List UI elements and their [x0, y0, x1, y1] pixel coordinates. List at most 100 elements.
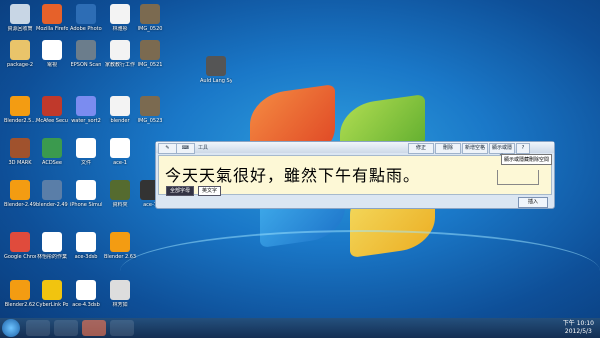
desktop-icon-image [10, 180, 30, 200]
desktop-icon-label: blender-2.49b... [36, 202, 68, 208]
desktop-icon-label: blender [110, 118, 130, 124]
desktop-icon-label: ACDSee [42, 160, 62, 166]
fix-button[interactable]: 修正 [408, 143, 434, 154]
desktop-icon-image [76, 40, 96, 60]
desktop-icon-label: ace-1 [113, 160, 127, 166]
desktop-icon-label: 家教教行工作 [104, 62, 135, 68]
desktop-icon[interactable]: 電視 [36, 40, 68, 68]
clock[interactable]: 下午 10:10 2012/5/3 [563, 320, 594, 336]
desktop-icon[interactable]: 3D MARK [4, 138, 36, 166]
desktop-icon-image [10, 96, 30, 116]
desktop-icon-label: package-2 [6, 62, 34, 68]
add-space-button[interactable]: 新增空格 [462, 143, 488, 154]
desktop-icon[interactable]: 林怡彤的作業 [36, 232, 68, 260]
desktop-icon-image [140, 96, 160, 116]
taskbar-explorer-icon[interactable] [54, 320, 78, 336]
desktop-icon[interactable]: IMG_0520 [134, 4, 166, 32]
desktop-icon-label: Blender 2.63 [104, 254, 136, 260]
desktop-icon-label: ace-3dsb [74, 254, 98, 260]
start-button[interactable] [2, 319, 20, 337]
desktop-icon-image [110, 280, 130, 300]
desktop-icon-image [110, 40, 130, 60]
desktop-icon-image [110, 4, 130, 24]
desktop-icon-label: 3D MARK [8, 160, 32, 166]
tooltip: 顯示或隱藏刪除空間 [501, 154, 553, 165]
desktop-icon-image [42, 180, 62, 200]
panel-toolbar-label: 工具 [198, 145, 209, 151]
desktop-icon[interactable]: IMG_0521 [134, 40, 166, 68]
desktop-icon[interactable]: 資源回收筒 [4, 4, 36, 32]
desktop-icon-label: Blender2.62 [4, 302, 36, 308]
desktop-icon[interactable]: EPSON Scan [70, 40, 102, 68]
desktop-icon[interactable]: CyberLink PowerDVD 9 [36, 280, 68, 308]
desktop-icon[interactable]: McAfee Securi... [36, 96, 68, 124]
desktop-icon[interactable]: Auld Lang Syne - Cl... [200, 56, 232, 84]
desktop-icon[interactable]: water_sort2 [70, 96, 102, 124]
clock-date: 2012/5/3 [564, 328, 592, 335]
desktop-icon[interactable]: ace-1 [104, 138, 136, 166]
desktop-icon[interactable]: IMG_0523 [134, 96, 166, 124]
desktop-icon-image [140, 4, 160, 24]
delete-button[interactable]: 刪除 [435, 143, 461, 154]
desktop-icon[interactable]: iPhone Simulator [70, 180, 102, 208]
desktop-icon-image [76, 4, 96, 24]
desktop-icon-label: Adobe Photoshop... [70, 26, 102, 32]
clock-time: 下午 10:10 [562, 320, 594, 327]
taskbar-firefox-icon[interactable] [110, 320, 134, 336]
desktop-icon-label: 林雅彤 [112, 26, 128, 32]
desktop-icon-image [42, 96, 62, 116]
desktop-icon-image [42, 232, 62, 252]
taskbar-ie-icon[interactable] [26, 320, 50, 336]
desktop-icon[interactable]: blender-2.49b... [36, 180, 68, 208]
desktop-icon[interactable]: blender [104, 96, 136, 124]
desktop-icon-image [110, 180, 130, 200]
desktop-icon-image [42, 280, 62, 300]
desktop-icon-label: McAfee Securi... [36, 118, 68, 124]
taskbar: 下午 10:10 2012/5/3 [0, 318, 600, 338]
desktop-icon[interactable]: 文件 [70, 138, 102, 166]
desktop-icon-label: 林芳如 [112, 302, 128, 308]
desktop-icon-label: 資源回收筒 [7, 26, 33, 32]
desktop-icon-label: IMG_0521 [137, 62, 163, 68]
desktop-icon-label: 文件 [80, 160, 91, 166]
desktop-icon-image [76, 96, 96, 116]
mode-lang-select[interactable]: 英文字 [198, 186, 222, 196]
desktop-icon[interactable]: 林雅彤 [104, 4, 136, 32]
desktop-icon[interactable]: Google Chrome [4, 232, 36, 260]
tablet-input-panel[interactable]: ✎ ⌨ 工具 修正 刪除 新增空格 顯示或隱藏 ? 今天天氣很好，雖然下午有點雨… [155, 141, 555, 209]
toggle-space-button[interactable]: 顯示或隱藏 [489, 143, 515, 160]
desktop-icon[interactable]: Mozilla Firefox [36, 4, 68, 32]
panel-menu-button[interactable]: ✎ [158, 143, 177, 154]
desktop-icon[interactable]: package-2 [4, 40, 36, 68]
insert-button[interactable]: 插入 [518, 197, 548, 208]
taskbar-media-icon[interactable] [82, 320, 106, 336]
desktop-icon-label: Mozilla Firefox [36, 26, 68, 32]
panel-keyboard-button[interactable]: ⌨ [176, 143, 195, 154]
recognized-text: 今天天氣很好，雖然下午有點雨。 [165, 166, 421, 185]
desktop-icon[interactable]: Blender-2.49b-32 [4, 180, 36, 208]
desktop-icon-label: ace-4.3dsb [72, 302, 100, 308]
desktop-icon[interactable]: Adobe Photoshop... [70, 4, 102, 32]
desktop-icon-label: Auld Lang Syne - Cl... [200, 78, 232, 84]
desktop-icon-image [76, 180, 96, 200]
desktop-icon[interactable]: ace-3dsb [70, 232, 102, 260]
desktop-icon-image [42, 138, 62, 158]
desktop-icon-label: Blender-2.49b-32 [4, 202, 36, 208]
desktop-icon[interactable]: Blender2.62 [4, 280, 36, 308]
desktop-icon[interactable]: 資料夾 [104, 180, 136, 208]
desktop-icon-image [76, 280, 96, 300]
desktop-icon-label: 林怡彤的作業 [36, 254, 67, 260]
mode-all-button[interactable]: 全部字母 [166, 186, 195, 196]
desktop-icon-label: water_sort2 [71, 118, 101, 124]
desktop-icon[interactable]: Blender 2.63 [104, 232, 136, 260]
help-button[interactable]: ? [516, 143, 530, 154]
desktop-icon[interactable]: ACDSee [36, 138, 68, 166]
desktop-icon-image [10, 138, 30, 158]
desktop-icon-label: EPSON Scan [70, 62, 102, 68]
desktop-icon-image [10, 4, 30, 24]
desktop-icon-image [110, 232, 130, 252]
desktop-icon[interactable]: ace-4.3dsb [70, 280, 102, 308]
desktop-icon[interactable]: Blender2.5... [4, 96, 36, 124]
desktop-icon[interactable]: 林芳如 [104, 280, 136, 308]
desktop-icon[interactable]: 家教教行工作 [104, 40, 136, 68]
